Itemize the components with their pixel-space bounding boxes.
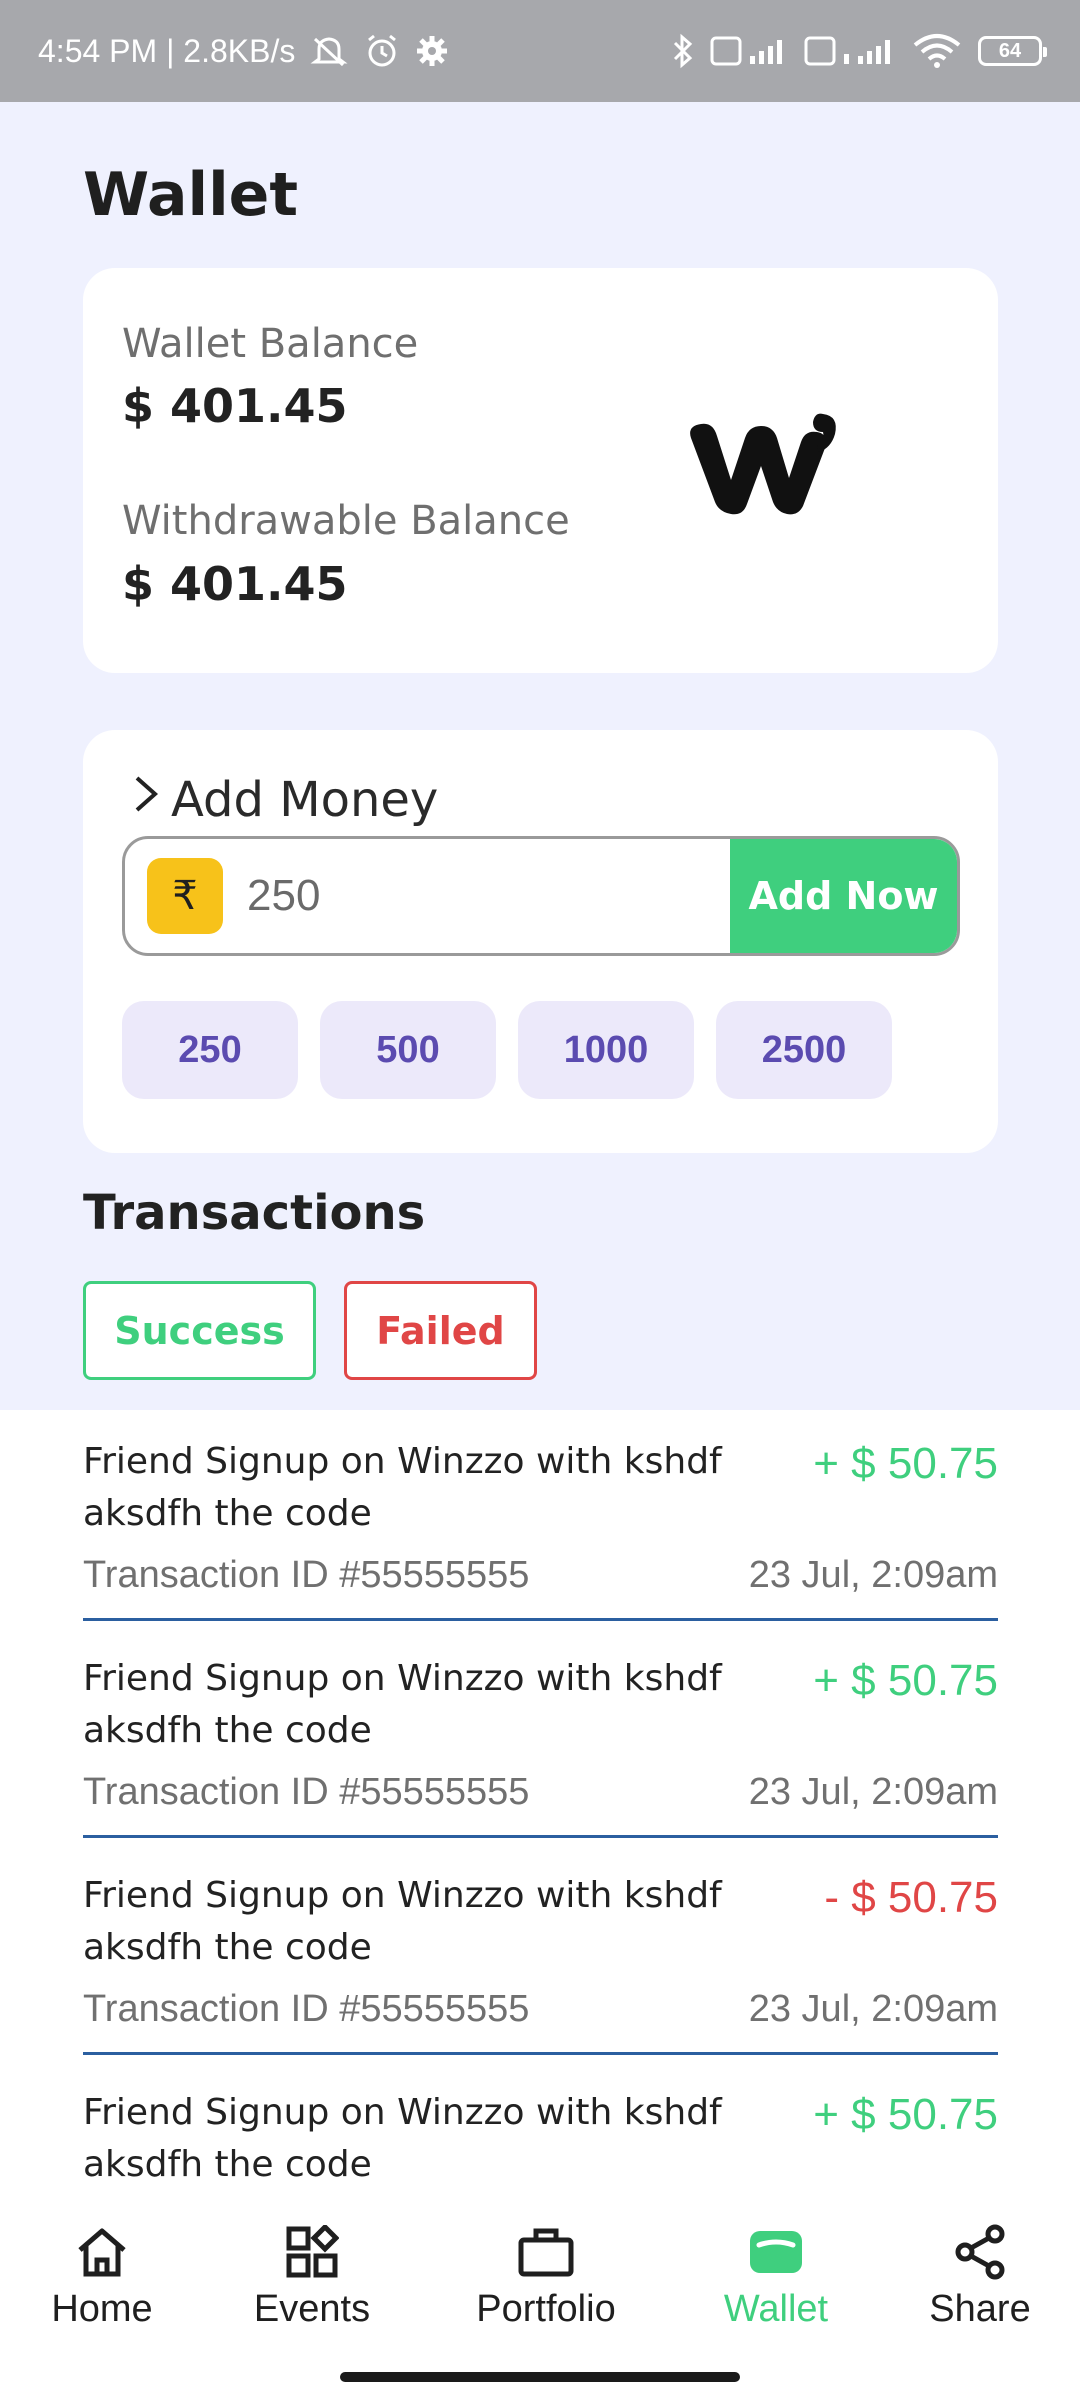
bluetooth-icon <box>672 33 694 69</box>
add-now-button[interactable]: Add Now <box>730 839 957 953</box>
page-title: Wallet <box>83 160 299 230</box>
transaction-description: Friend Signup on Winzzo with kshdf aksdf… <box>83 1658 722 1751</box>
wallet-icon <box>747 2222 805 2282</box>
transaction-amount: + $ 50.75 <box>813 1656 998 1705</box>
chevron-right-icon <box>131 772 161 828</box>
briefcase-icon <box>517 2222 575 2282</box>
amount-field-container: ₹ Add Now <box>122 836 960 956</box>
nav-share[interactable]: Share <box>926 2222 1034 2331</box>
amount-input[interactable] <box>247 871 717 921</box>
nav-share-label: Share <box>929 2288 1031 2330</box>
transaction-id: Transaction ID #55555555 <box>83 1988 530 2030</box>
transaction-id: Transaction ID #55555555 <box>83 1554 530 1596</box>
add-money-toggle[interactable]: Add Money <box>131 772 438 828</box>
transaction-description: Friend Signup on Winzzo with kshdf aksdf… <box>83 1441 722 1534</box>
rupee-icon: ₹ <box>147 858 223 934</box>
battery-indicator: 64 <box>978 36 1047 66</box>
alarm-icon <box>363 32 401 70</box>
settings-gear-icon <box>415 34 449 68</box>
home-icon <box>75 2222 129 2282</box>
transaction-id: Transaction ID #55555555 <box>83 1771 530 1813</box>
home-indicator[interactable] <box>340 2372 740 2382</box>
preset-amount-chip[interactable]: 2500 <box>716 1001 892 1099</box>
withdrawable-balance-label: Withdrawable Balance <box>122 498 570 544</box>
status-bar: 4:54 PM | 2.8KB/s 64 <box>0 0 1080 102</box>
nav-home[interactable]: Home <box>50 2222 154 2331</box>
mute-notification-icon <box>309 33 349 69</box>
nav-home-label: Home <box>51 2288 153 2330</box>
bottom-navigation: Home Events Portfolio Wallet Share <box>0 2200 1080 2400</box>
volte-signal-icon <box>710 34 788 68</box>
transaction-date: 23 Jul, 2:09am <box>748 1771 998 1813</box>
volte-4g-signal-icon <box>804 34 896 68</box>
preset-amount-chip[interactable]: 250 <box>122 1001 298 1099</box>
nav-portfolio-label: Portfolio <box>476 2288 616 2330</box>
wifi-icon <box>912 33 962 69</box>
nav-portfolio[interactable]: Portfolio <box>470 2222 622 2331</box>
add-money-card: Add Money ₹ Add Now 250 500 1000 2500 <box>83 730 998 1153</box>
wallet-balance-label: Wallet Balance <box>122 321 419 367</box>
filter-failed-button[interactable]: Failed <box>344 1281 537 1380</box>
nav-wallet-label: Wallet <box>723 2288 829 2330</box>
balance-card: Wallet Balance $ 401.45 Withdrawable Bal… <box>83 268 998 673</box>
status-time: 4:54 PM | 2.8KB/s <box>38 32 296 69</box>
nav-wallet[interactable]: Wallet <box>720 2222 832 2331</box>
transaction-amount: + $ 50.75 <box>813 2090 998 2139</box>
nav-events-label: Events <box>253 2288 371 2330</box>
transaction-amount: + $ 50.75 <box>813 1439 998 1488</box>
filter-success-button[interactable]: Success <box>83 1281 316 1380</box>
events-grid-icon <box>285 2222 339 2282</box>
preset-amount-chip[interactable]: 1000 <box>518 1001 694 1099</box>
winzo-logo-icon <box>683 408 843 518</box>
add-money-title: Add Money <box>171 772 439 828</box>
share-icon <box>953 2222 1007 2282</box>
withdrawable-balance-value: $ 401.45 <box>122 557 348 611</box>
row-divider <box>83 1835 998 1838</box>
transaction-amount: - $ 50.75 <box>824 1873 998 1922</box>
transaction-description: Friend Signup on Winzzo with kshdf aksdf… <box>83 2092 722 2185</box>
transaction-list: Friend Signup on Winzzo with kshdf aksdf… <box>0 1410 1080 2220</box>
wallet-balance-value: $ 401.45 <box>122 379 348 433</box>
preset-amount-chip[interactable]: 500 <box>320 1001 496 1099</box>
transaction-date: 23 Jul, 2:09am <box>748 1554 998 1596</box>
transaction-date: 23 Jul, 2:09am <box>748 1988 998 2030</box>
preset-amounts: 250 500 1000 2500 <box>122 1001 892 1099</box>
row-divider <box>83 2052 998 2055</box>
transactions-title: Transactions <box>83 1185 426 1241</box>
nav-events[interactable]: Events <box>252 2222 372 2331</box>
transaction-description: Friend Signup on Winzzo with kshdf aksdf… <box>83 1875 722 1968</box>
row-divider <box>83 1618 998 1621</box>
